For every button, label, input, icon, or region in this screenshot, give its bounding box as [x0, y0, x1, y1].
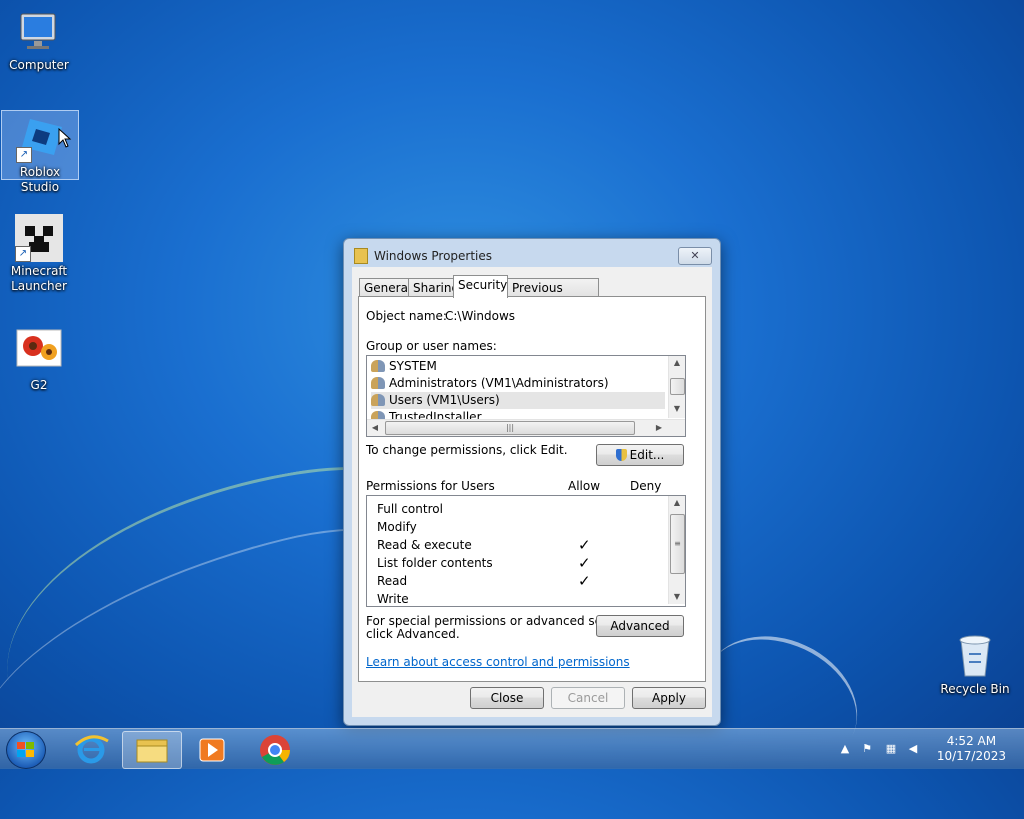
file-explorer-icon: [136, 739, 168, 763]
desktop-icon-g2[interactable]: G2: [1, 324, 77, 393]
allow-column-header: Allow: [568, 479, 601, 493]
tab-general[interactable]: General: [359, 278, 411, 297]
action-center-flag-icon[interactable]: ⚑: [860, 742, 874, 756]
permissions-vertical-scrollbar[interactable]: ▲ ≡ ▼: [668, 496, 685, 604]
taskbar-chrome[interactable]: [246, 731, 304, 767]
object-name-value: C:\Windows: [445, 309, 516, 323]
computer-icon: [15, 8, 63, 56]
desktop-icon-computer[interactable]: Computer: [1, 4, 77, 73]
desktop-icon-label: G2: [30, 378, 48, 392]
properties-dialog: Windows Properties ✕ General Sharing Sec…: [343, 238, 721, 726]
cancel-button[interactable]: Cancel: [551, 687, 625, 709]
edit-button[interactable]: Edit...: [596, 444, 684, 466]
system-tray: ▲ ⚑ ▦ ◀ 4:52 AM 10/17/2023: [834, 729, 1024, 769]
user-list-horizontal-scrollbar[interactable]: ◀ ||| ▶: [367, 419, 685, 436]
scroll-up-arrow-icon[interactable]: ▲: [669, 356, 685, 370]
permission-row-list-folder-contents: List folder contents: [377, 556, 493, 570]
allow-check-read-execute: ✓: [578, 536, 591, 554]
flower-image-icon: [15, 328, 63, 376]
scroll-down-arrow-icon[interactable]: ▼: [669, 590, 685, 604]
user-list-vertical-scrollbar[interactable]: ▲ ▼: [668, 356, 685, 418]
taskbar-media-player[interactable]: [184, 731, 242, 767]
user-list[interactable]: SYSTEM Administrators (VM1\Administrator…: [366, 355, 686, 437]
taskbar-file-explorer[interactable]: [122, 731, 182, 769]
tab-security[interactable]: Security: [453, 275, 508, 298]
clock-time: 4:52 AM: [946, 734, 997, 748]
close-icon: ✕: [690, 249, 700, 262]
list-item-administrators[interactable]: Administrators (VM1\Administrators): [371, 375, 665, 392]
apply-button[interactable]: Apply: [632, 687, 706, 709]
start-button[interactable]: [6, 731, 46, 769]
desktop-icon-minecraft-launcher[interactable]: ↗ Minecraft Launcher: [1, 210, 77, 294]
folder-icon: [354, 248, 368, 264]
taskbar: ▲ ⚑ ▦ ◀ 4:52 AM 10/17/2023: [0, 728, 1024, 769]
change-permissions-text: To change permissions, click Edit.: [366, 443, 568, 457]
clock-date: 10/17/2023: [936, 749, 1006, 763]
permission-row-read: Read: [377, 574, 408, 588]
list-item-system[interactable]: SYSTEM: [371, 358, 665, 375]
horizontal-scrollbar-thumb[interactable]: |||: [385, 421, 635, 435]
windows-logo-icon: [17, 742, 35, 758]
volume-muted-icon[interactable]: ◀: [906, 742, 920, 756]
security-panel: Object name: C:\Windows Group or user na…: [358, 296, 706, 682]
user-group-icon: [371, 377, 385, 389]
desktop-icon-label: Minecraft Launcher: [10, 264, 68, 293]
permissions-list[interactable]: Full control Modify Read & execute List …: [366, 495, 686, 607]
mouse-cursor-icon: [58, 128, 72, 148]
recycle-bin-icon: [951, 632, 999, 680]
scrollbar-thumb[interactable]: ≡: [670, 514, 685, 574]
permission-row-modify: Modify: [377, 520, 417, 534]
shortcut-arrow-icon: ↗: [15, 246, 31, 262]
show-hidden-icons-arrow-icon[interactable]: ▲: [838, 742, 852, 756]
learn-access-control-link[interactable]: Learn about access control and permissio…: [366, 655, 630, 669]
taskbar-clock[interactable]: 4:52 AM 10/17/2023: [937, 734, 1006, 764]
scroll-down-arrow-icon[interactable]: ▼: [669, 402, 685, 416]
taskbar-internet-explorer[interactable]: [62, 731, 120, 767]
advanced-button[interactable]: Advanced: [596, 615, 684, 637]
user-group-icon: [371, 360, 385, 372]
desktop-icon-label: Recycle Bin: [940, 682, 1010, 696]
special-permissions-text-line2: click Advanced.: [366, 627, 460, 641]
allow-check-list-folder-contents: ✓: [578, 554, 591, 572]
dialog-client-area: General Sharing Security Previous Versio…: [352, 267, 712, 717]
tab-sharing[interactable]: Sharing: [408, 278, 459, 297]
dialog-title: Windows Properties: [374, 249, 493, 263]
desktop-icon-recycle-bin[interactable]: Recycle Bin: [937, 628, 1013, 697]
close-button[interactable]: Close: [470, 687, 544, 709]
scroll-up-arrow-icon[interactable]: ▲: [669, 496, 685, 510]
desktop-icon-label: Roblox Studio: [19, 165, 61, 194]
dialog-titlebar[interactable]: Windows Properties ✕: [344, 239, 720, 269]
scroll-right-arrow-icon[interactable]: ▶: [651, 421, 667, 435]
minecraft-launcher-icon: ↗: [15, 214, 63, 262]
scroll-left-arrow-icon[interactable]: ◀: [367, 421, 383, 435]
scrollbar-thumb[interactable]: [670, 378, 685, 395]
tab-previous-versions[interactable]: Previous Versions: [507, 278, 599, 313]
permission-row-write: Write: [377, 592, 409, 606]
shortcut-arrow-icon: ↗: [16, 147, 32, 163]
uac-shield-icon: [615, 449, 627, 461]
chrome-icon: [260, 735, 290, 765]
roblox-studio-icon: ↗: [16, 115, 64, 163]
desktop-icon-label: Computer: [9, 58, 69, 72]
media-player-icon: [199, 738, 225, 762]
permissions-for-label: Permissions for Users: [366, 479, 495, 493]
internet-explorer-icon: [74, 735, 109, 764]
close-window-button[interactable]: ✕: [678, 247, 712, 265]
object-name-label: Object name:: [366, 309, 447, 323]
list-item-users[interactable]: Users (VM1\Users): [371, 392, 665, 409]
permission-row-read-execute: Read & execute: [377, 538, 472, 552]
network-icon[interactable]: ▦: [884, 742, 898, 756]
allow-check-read: ✓: [578, 572, 591, 590]
group-user-names-label: Group or user names:: [366, 339, 497, 353]
deny-column-header: Deny: [630, 479, 662, 493]
permission-row-full-control: Full control: [377, 502, 443, 516]
user-group-icon: [371, 394, 385, 406]
